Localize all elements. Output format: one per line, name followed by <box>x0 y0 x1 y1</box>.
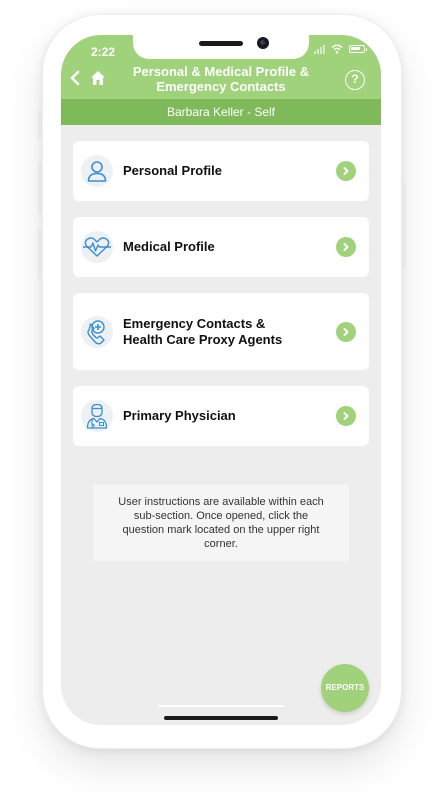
page-title-line2: Emergency Contacts <box>156 79 286 94</box>
wifi-icon <box>331 44 343 54</box>
back-chevron-icon[interactable] <box>67 68 83 88</box>
help-button[interactable]: ? <box>345 70 365 90</box>
speaker-grille <box>199 41 243 46</box>
signal-icon <box>314 44 325 54</box>
instructions-note: User instructions are available within e… <box>93 485 349 561</box>
battery-icon <box>349 45 367 53</box>
phone-power-button <box>402 182 406 268</box>
menu-item-label-line1: Emergency Contacts & <box>123 315 266 331</box>
app-header: 2:22 Personal & Medical Profile & Emerge… <box>61 35 381 99</box>
menu-item-primary-physician[interactable]: Primary Physician <box>73 386 369 446</box>
status-time: 2:22 <box>91 45 116 59</box>
menu-item-label: Personal Profile <box>123 163 222 178</box>
menu-item-emergency-contacts[interactable]: Emergency Contacts & Health Care Proxy A… <box>73 293 369 370</box>
heart-pulse-icon <box>81 231 113 263</box>
user-subheader: Barbara Keller - Self <box>61 99 381 125</box>
app-screen: 2:22 Personal & Medical Profile & Emerge… <box>61 35 381 725</box>
page-title-line1: Personal & Medical Profile & <box>132 64 310 79</box>
phone-side-button <box>38 110 42 140</box>
person-icon <box>81 155 113 187</box>
menu-item-label-line2: Health Care Proxy Agents <box>123 331 283 347</box>
camera-icon <box>257 37 269 49</box>
phone-notch <box>133 35 309 59</box>
chevron-right-icon[interactable] <box>336 237 356 257</box>
phone-volume-down <box>38 228 42 280</box>
divider-line <box>158 705 284 707</box>
page-title: Personal & Medical Profile & Emergency C… <box>121 64 321 94</box>
chevron-right-icon[interactable] <box>336 161 356 181</box>
menu-item-personal-profile[interactable]: Personal Profile <box>73 141 369 201</box>
reports-button[interactable]: REPORTS <box>321 664 369 712</box>
phone-medical-icon <box>81 315 113 348</box>
menu-item-medical-profile[interactable]: Medical Profile <box>73 217 369 277</box>
menu-item-label: Emergency Contacts & Health Care Proxy A… <box>123 316 282 348</box>
chevron-right-icon[interactable] <box>336 406 356 426</box>
home-icon[interactable] <box>89 69 107 87</box>
menu-item-label: Primary Physician <box>123 408 236 423</box>
doctor-icon <box>81 400 113 432</box>
status-icons <box>314 44 367 54</box>
home-indicator[interactable] <box>164 716 278 720</box>
menu-item-label: Medical Profile <box>123 239 215 254</box>
chevron-right-icon[interactable] <box>336 321 356 342</box>
phone-volume-up <box>38 162 42 214</box>
